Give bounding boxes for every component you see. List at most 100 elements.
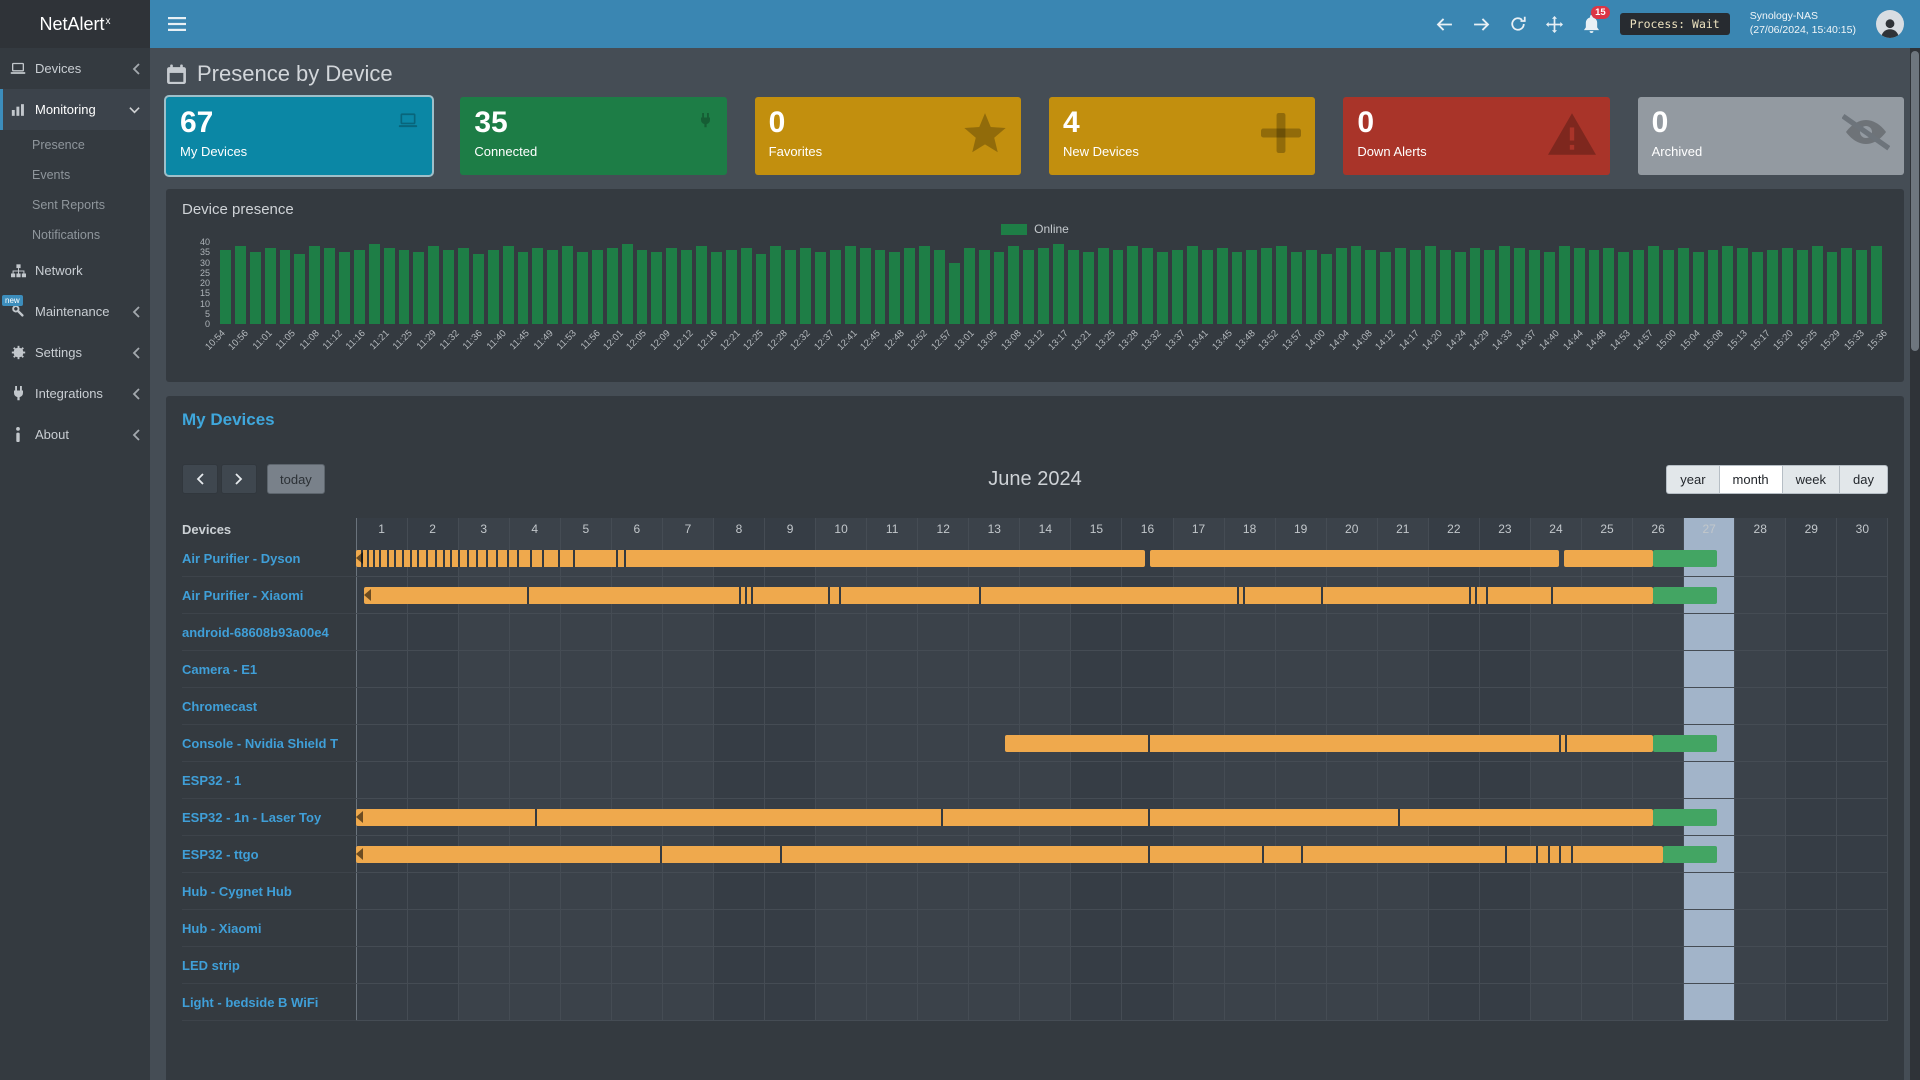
device-name-link[interactable]: LED strip: [182, 947, 356, 984]
notifications-button[interactable]: 15: [1583, 15, 1600, 34]
view-button-month[interactable]: month: [1719, 465, 1782, 494]
x-tick-label: 15:17: [1748, 328, 1773, 353]
sidebar-subitem-notifications[interactable]: Notifications: [0, 220, 150, 250]
presence-online-past-bar[interactable]: [364, 587, 1653, 604]
x-tick-label: 14:37: [1514, 328, 1539, 353]
stat-card-my-devices[interactable]: 67My Devices: [166, 97, 432, 175]
device-name-link[interactable]: Air Purifier - Xiaomi: [182, 577, 356, 614]
presence-chart-bar: [1098, 248, 1109, 324]
device-timeline: [356, 614, 1888, 651]
device-row: Air Purifier - Xiaomi: [182, 577, 1888, 614]
presence-online-past-bar[interactable]: [356, 846, 1663, 863]
sidebar-item-about[interactable]: About: [0, 414, 150, 455]
view-button-week[interactable]: week: [1782, 465, 1839, 494]
prev-month-button[interactable]: [182, 464, 218, 494]
process-status[interactable]: Process: Wait: [1620, 13, 1730, 35]
x-tick-label: 11:49: [531, 328, 555, 352]
presence-chart-bar: [919, 246, 930, 324]
presence-chart-bar: [1544, 252, 1555, 324]
today-button[interactable]: today: [267, 464, 325, 494]
x-tick-label: 13:52: [1257, 328, 1282, 353]
x-tick-label: 15:08: [1701, 328, 1726, 353]
stat-card-connected[interactable]: 35Connected: [460, 97, 726, 175]
presence-chart-bar: [1127, 246, 1138, 324]
sidebar-item-network[interactable]: Network: [0, 250, 150, 291]
stat-card-down-alerts[interactable]: 0Down Alerts: [1343, 97, 1609, 175]
presence-online-now-bar[interactable]: [1653, 735, 1717, 752]
presence-chart-bar: [860, 248, 871, 324]
sidebar-item-devices[interactable]: Devices: [0, 48, 150, 89]
day-header: 23: [1479, 522, 1530, 536]
plug-icon: [698, 113, 713, 128]
sidebar-item-settings[interactable]: Settings: [0, 332, 150, 373]
presence-online-past-bar[interactable]: [356, 550, 1145, 567]
presence-chart-bar: [1202, 250, 1213, 324]
day-header: 28: [1735, 522, 1786, 536]
sidebar-subitem-events[interactable]: Events: [0, 160, 150, 190]
device-name-link[interactable]: Console - Nvidia Shield T: [182, 725, 356, 762]
device-name-link[interactable]: Air Purifier - Dyson: [182, 540, 356, 577]
presence-chart-bar: [1023, 250, 1034, 324]
day-header: 21: [1377, 522, 1428, 536]
view-button-year[interactable]: year: [1666, 465, 1718, 494]
menu-toggle-icon[interactable]: [168, 17, 186, 31]
device-name-link[interactable]: Hub - Cygnet Hub: [182, 873, 356, 910]
avatar[interactable]: [1876, 10, 1904, 38]
presence-chart-bar: [1499, 246, 1510, 324]
presence-online-past-bar[interactable]: [1150, 550, 1559, 567]
presence-chart-bar: [1856, 250, 1867, 324]
stat-card-favorites[interactable]: 0Favorites: [755, 97, 1021, 175]
x-tick-label: 14:29: [1467, 328, 1492, 353]
presence-online-past-bar[interactable]: [1564, 550, 1653, 567]
device-name-link[interactable]: Chromecast: [182, 688, 356, 725]
presence-online-past-bar[interactable]: [1005, 735, 1654, 752]
x-tick-label: 10:54: [203, 328, 228, 353]
scrollbar-thumb[interactable]: [1911, 51, 1919, 351]
device-row: LED strip: [182, 947, 1888, 984]
presence-chart-bar: [369, 244, 380, 324]
presence-chart-bar: [1365, 250, 1376, 324]
sidebar-item-integrations[interactable]: Integrations: [0, 373, 150, 414]
refresh-icon[interactable]: [1510, 16, 1526, 32]
next-month-button[interactable]: [221, 464, 257, 494]
presence-online-now-bar[interactable]: [1663, 846, 1717, 863]
nav-back-icon[interactable]: [1436, 18, 1453, 31]
view-button-day[interactable]: day: [1839, 465, 1888, 494]
day-header: 20: [1326, 522, 1377, 536]
device-name-link[interactable]: ESP32 - 1: [182, 762, 356, 799]
move-icon[interactable]: [1546, 16, 1563, 33]
device-name-link[interactable]: Hub - Xiaomi: [182, 910, 356, 947]
presence-online-now-bar[interactable]: [1653, 587, 1717, 604]
offline-tick: [387, 550, 389, 567]
plus-icon: [1261, 113, 1301, 153]
stat-card-archived[interactable]: 0Archived: [1638, 97, 1904, 175]
page-title: Presence by Device: [197, 61, 393, 87]
notification-count-badge: 15: [1591, 6, 1610, 19]
offline-tick: [410, 550, 412, 567]
app-logo[interactable]: NetAlertx: [0, 0, 150, 48]
stat-card-new-devices[interactable]: 4New Devices: [1049, 97, 1315, 175]
sidebar-subitem-presence[interactable]: Presence: [0, 130, 150, 160]
x-tick-label: 11:25: [391, 328, 415, 352]
device-name-link[interactable]: ESP32 - ttgo: [182, 836, 356, 873]
presence-online-past-bar[interactable]: [356, 809, 1653, 826]
nav-forward-icon[interactable]: [1473, 18, 1490, 31]
offline-tick: [486, 550, 488, 567]
sidebar-subitem-sent-reports[interactable]: Sent Reports: [0, 190, 150, 220]
sidebar-item-monitoring[interactable]: Monitoring: [0, 89, 150, 130]
device-name-link[interactable]: Camera - E1: [182, 651, 356, 688]
device-name-link[interactable]: Light - bedside B WiFi: [182, 984, 356, 1021]
presence-chart-bar: [1841, 248, 1852, 324]
presence-chart-bar: [428, 246, 439, 324]
presence-chart-bar: [1797, 250, 1808, 324]
presence-online-now-bar[interactable]: [1653, 809, 1717, 826]
device-name-link[interactable]: ESP32 - 1n - Laser Toy: [182, 799, 356, 836]
chart-legend: Online: [182, 222, 1888, 236]
device-name-link[interactable]: android-68608b93a00e4: [182, 614, 356, 651]
offline-tick: [517, 550, 519, 567]
sidebar-item-maintenance[interactable]: newMaintenance: [0, 291, 150, 332]
presence-online-now-bar[interactable]: [1653, 550, 1717, 567]
stat-card-value: 35: [474, 107, 712, 139]
presence-chart-bar: [1693, 252, 1704, 324]
presence-chart-bar: [875, 250, 886, 324]
